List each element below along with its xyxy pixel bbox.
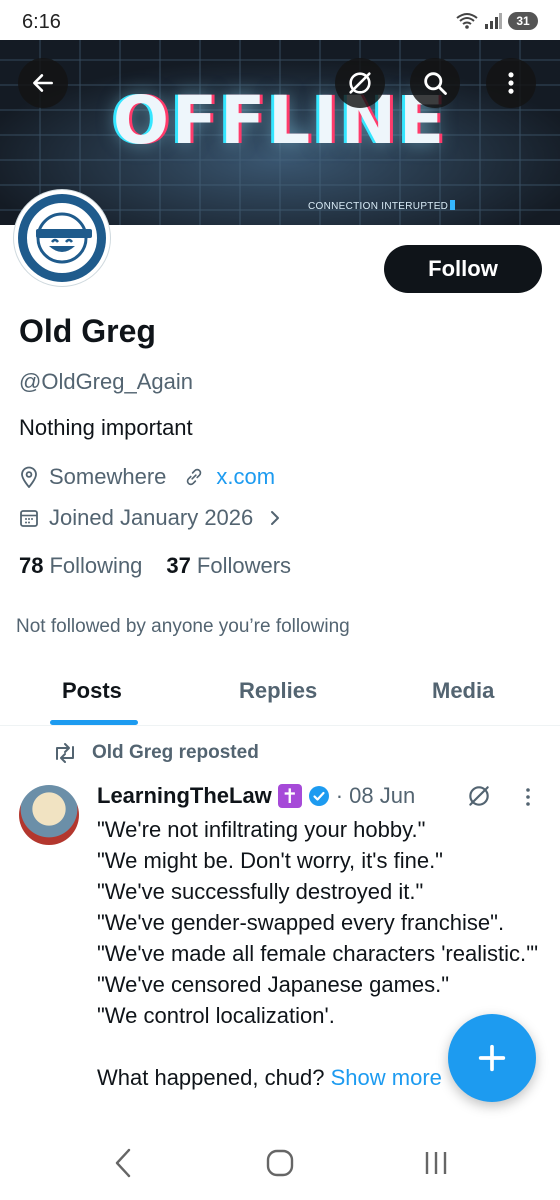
nav-recents-icon[interactable] — [422, 1146, 450, 1180]
post-author-name[interactable]: LearningTheLaw — [97, 783, 272, 809]
follow-button[interactable]: Follow — [384, 245, 542, 293]
following-count: 78 — [19, 553, 44, 578]
search-button[interactable] — [410, 58, 460, 108]
tab-replies[interactable]: Replies — [239, 678, 317, 704]
profile-avatar[interactable] — [14, 190, 110, 286]
status-bar: 6:16 31 — [0, 0, 560, 40]
signal-icon — [485, 13, 502, 29]
calendar-icon — [20, 510, 38, 527]
location-pin-icon — [21, 466, 37, 488]
repost-icon — [56, 743, 74, 763]
joined-date: Joined January 2026 — [49, 505, 254, 530]
nav-home-icon[interactable] — [264, 1146, 296, 1180]
website-link[interactable]: x.com — [216, 464, 275, 490]
arrow-left-icon — [33, 74, 53, 92]
status-time: 6:16 — [22, 11, 61, 33]
banner-subtitle-text: CONNECTION INTERUPTED — [308, 201, 449, 212]
followers-link[interactable]: 37 Followers — [166, 553, 291, 579]
banner-subtitle: CONNECTION INTERUPTED — [308, 200, 456, 212]
display-name: Old Greg — [19, 313, 156, 349]
link-icon — [187, 468, 202, 486]
search-icon — [424, 72, 447, 95]
banner-title: OFFLINE — [112, 82, 448, 159]
follow-counts: 78 Following 37 Followers — [19, 553, 291, 579]
plus-icon — [478, 1044, 506, 1072]
compose-button[interactable] — [448, 1014, 536, 1102]
laughing-man-logo — [18, 194, 106, 282]
following-link[interactable]: 78 Following — [19, 553, 142, 579]
verified-badge-icon — [308, 786, 329, 806]
battery-indicator: 31 — [508, 12, 538, 30]
grok-icon[interactable] — [466, 783, 492, 809]
mutual-followers-note: Not followed by anyone you’re following — [16, 616, 350, 637]
chevron-right-icon[interactable] — [265, 508, 285, 528]
post-author-avatar[interactable] — [19, 785, 79, 845]
back-button[interactable] — [18, 58, 68, 108]
profile-bio: Nothing important — [19, 415, 193, 440]
post-separator: · — [335, 783, 344, 808]
repost-indicator: Old Greg reposted — [52, 742, 259, 764]
show-more-link[interactable]: Show more — [331, 1065, 442, 1090]
more-vertical-icon[interactable] — [520, 786, 536, 808]
repost-label[interactable]: Old Greg reposted — [92, 742, 259, 764]
tab-media[interactable]: Media — [432, 678, 494, 704]
location-text: Somewhere — [49, 464, 167, 489]
followers-label: Followers — [196, 553, 292, 578]
following-label: Following — [49, 553, 143, 578]
status-icons: 31 — [456, 12, 538, 30]
active-tab-indicator — [50, 720, 138, 725]
more-vertical-icon — [508, 72, 514, 94]
followers-count: 37 — [166, 553, 191, 578]
cross-emoji: ✝ — [277, 784, 302, 808]
post-header: LearningTheLaw ✝ · 08 Jun — [97, 783, 415, 809]
nav-back-icon[interactable] — [110, 1146, 136, 1180]
user-handle: @OldGreg_Again — [19, 369, 193, 394]
system-nav-bar — [0, 1128, 560, 1200]
wifi-icon — [456, 13, 478, 29]
more-options-button[interactable] — [486, 58, 536, 108]
grok-icon — [349, 72, 371, 94]
grok-button[interactable] — [335, 58, 385, 108]
profile-tabs: Posts Replies Media — [0, 660, 560, 726]
tab-posts[interactable]: Posts — [62, 678, 122, 704]
profile-meta-location: Somewhere x.com — [19, 464, 275, 490]
post-date[interactable]: 08 Jun — [349, 783, 415, 809]
profile-meta-joined: Joined January 2026 — [19, 505, 295, 531]
cursor-block — [450, 200, 456, 210]
